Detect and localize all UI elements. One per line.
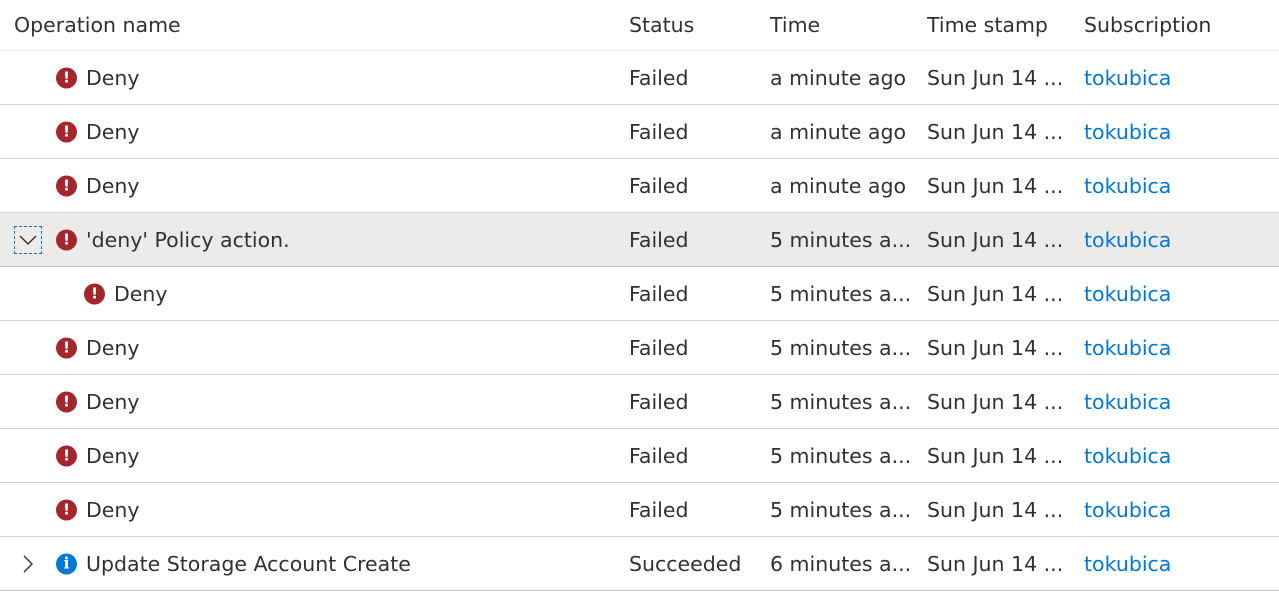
- chevron-down-icon[interactable]: [14, 225, 42, 254]
- column-header-time-stamp[interactable]: Time stamp: [927, 0, 1067, 50]
- column-header-status[interactable]: Status: [629, 0, 759, 50]
- time-cell: 5 minutes a...: [770, 281, 910, 306]
- status-cell: Failed: [629, 65, 689, 90]
- status-cell: Failed: [629, 443, 689, 468]
- status-cell: Failed: [629, 173, 689, 198]
- time-cell: a minute ago: [770, 65, 907, 90]
- time-stamp-cell: Sun Jun 14 ...: [927, 389, 1064, 414]
- operation-name-cell: ! Deny: [14, 321, 614, 374]
- operation-name-cell: ! Deny: [14, 429, 614, 482]
- table-row[interactable]: i Update Storage Account Create Succeeded 6…: [0, 537, 1279, 591]
- grid-header: Operation name Status Time Time stamp Su…: [0, 0, 1279, 51]
- operation-name-text: Deny: [86, 119, 140, 144]
- operation-name-text: Deny: [86, 443, 140, 468]
- time-cell: a minute ago: [770, 173, 907, 198]
- status-cell: Failed: [629, 227, 689, 252]
- activity-log-grid: Operation name Status Time Time stamp Su…: [0, 0, 1279, 591]
- operation-name-text: Deny: [86, 173, 140, 198]
- time-stamp-cell: Sun Jun 14 ...: [927, 551, 1064, 576]
- info-icon: i: [56, 553, 77, 574]
- error-icon: !: [56, 445, 77, 466]
- subscription-link[interactable]: tokubica: [1084, 159, 1274, 212]
- table-row[interactable]: ! Deny Failed a minute ago Sun Jun 14 ... tok…: [0, 159, 1279, 213]
- error-icon: !: [56, 337, 77, 358]
- subscription-link[interactable]: tokubica: [1084, 321, 1274, 374]
- column-header-operation-name[interactable]: Operation name: [14, 0, 614, 50]
- time-cell: 6 minutes a...: [770, 551, 910, 576]
- time-cell: 5 minutes a...: [770, 389, 910, 414]
- operation-name-cell: ! Deny: [14, 267, 614, 320]
- table-row[interactable]: ! Deny Failed 5 minutes a... Sun Jun 14 ... t…: [0, 483, 1279, 537]
- status-cell: Failed: [629, 281, 689, 306]
- chevron-right-icon[interactable]: [14, 550, 42, 578]
- error-icon: !: [56, 67, 77, 88]
- time-stamp-cell: Sun Jun 14 ...: [927, 281, 1064, 306]
- table-row[interactable]: ! Deny Failed 5 minutes a... Sun Jun 14 ... t…: [0, 267, 1279, 321]
- operation-name-text: Update Storage Account Create: [86, 551, 411, 576]
- time-stamp-cell: Sun Jun 14 ...: [927, 497, 1064, 522]
- error-icon: !: [56, 175, 77, 196]
- operation-name-cell: ! Deny: [14, 159, 614, 212]
- operation-name-text: Deny: [114, 281, 168, 306]
- column-header-subscription[interactable]: Subscription: [1084, 0, 1274, 50]
- operation-name-text: Deny: [86, 335, 140, 360]
- subscription-link[interactable]: tokubica: [1084, 267, 1274, 320]
- time-stamp-cell: Sun Jun 14 ...: [927, 65, 1064, 90]
- operation-name-text: 'deny' Policy action.: [86, 227, 290, 252]
- operation-name-cell: ! Deny: [14, 51, 614, 104]
- subscription-link[interactable]: tokubica: [1084, 213, 1274, 266]
- table-row[interactable]: ! Deny Failed 5 minutes a... Sun Jun 14 ... t…: [0, 375, 1279, 429]
- time-cell: 5 minutes a...: [770, 497, 910, 522]
- operation-name-cell: ! 'deny' Policy action.: [14, 213, 614, 266]
- table-row[interactable]: ! Deny Failed 5 minutes a... Sun Jun 14 ... t…: [0, 429, 1279, 483]
- grid-body: ! Deny Failed a minute ago Sun Jun 14 ... tok…: [0, 51, 1279, 591]
- error-icon: !: [56, 121, 77, 142]
- status-cell: Failed: [629, 119, 689, 144]
- time-stamp-cell: Sun Jun 14 ...: [927, 119, 1064, 144]
- column-header-time[interactable]: Time: [770, 0, 910, 50]
- operation-name-text: Deny: [86, 65, 140, 90]
- status-cell: Failed: [629, 335, 689, 360]
- status-cell: Succeeded: [629, 551, 742, 576]
- time-cell: 5 minutes a...: [770, 443, 910, 468]
- operation-name-cell: i Update Storage Account Create: [14, 537, 614, 590]
- operation-name-text: Deny: [86, 497, 140, 522]
- operation-name-cell: ! Deny: [14, 483, 614, 536]
- error-icon: !: [84, 283, 105, 304]
- time-stamp-cell: Sun Jun 14 ...: [927, 227, 1064, 252]
- status-cell: Failed: [629, 497, 689, 522]
- subscription-link[interactable]: tokubica: [1084, 375, 1274, 428]
- subscription-link[interactable]: tokubica: [1084, 483, 1274, 536]
- error-icon: !: [56, 229, 77, 250]
- table-row[interactable]: ! Deny Failed a minute ago Sun Jun 14 ... tok…: [0, 51, 1279, 105]
- time-stamp-cell: Sun Jun 14 ...: [927, 443, 1064, 468]
- time-cell: 5 minutes a...: [770, 227, 910, 252]
- time-stamp-cell: Sun Jun 14 ...: [927, 173, 1064, 198]
- table-row[interactable]: ! Deny Failed a minute ago Sun Jun 14 ... tok…: [0, 105, 1279, 159]
- subscription-link[interactable]: tokubica: [1084, 429, 1274, 482]
- operation-name-cell: ! Deny: [14, 375, 614, 428]
- table-row[interactable]: ! 'deny' Policy action. Failed 5 minutes a.…: [0, 213, 1279, 267]
- error-icon: !: [56, 391, 77, 412]
- error-icon: !: [56, 499, 77, 520]
- time-cell: a minute ago: [770, 119, 907, 144]
- subscription-link[interactable]: tokubica: [1084, 51, 1274, 104]
- operation-name-cell: ! Deny: [14, 105, 614, 158]
- table-row[interactable]: ! Deny Failed 5 minutes a... Sun Jun 14 ... t…: [0, 321, 1279, 375]
- status-cell: Failed: [629, 389, 689, 414]
- time-stamp-cell: Sun Jun 14 ...: [927, 335, 1064, 360]
- subscription-link[interactable]: tokubica: [1084, 537, 1274, 590]
- subscription-link[interactable]: tokubica: [1084, 105, 1274, 158]
- operation-name-text: Deny: [86, 389, 140, 414]
- time-cell: 5 minutes a...: [770, 335, 910, 360]
